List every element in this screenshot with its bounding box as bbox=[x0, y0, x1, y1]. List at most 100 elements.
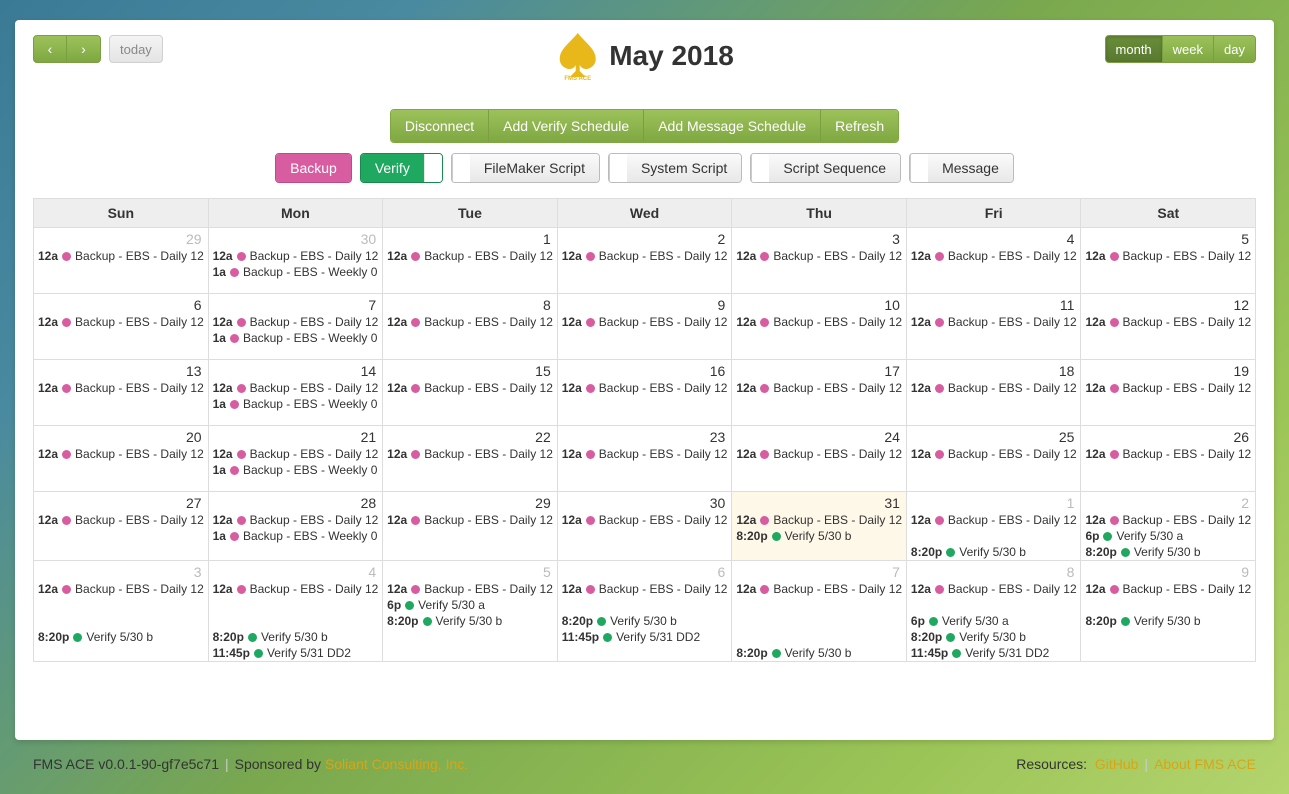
calendar-event[interactable]: 12aBackup - EBS - Daily 12 bbox=[558, 581, 732, 597]
day-cell[interactable]: 2812aBackup - EBS - Daily 121aBackup - E… bbox=[209, 492, 384, 560]
day-cell[interactable]: 212aBackup - EBS - Daily 126pVerify 5/30… bbox=[1081, 492, 1255, 560]
day-cell[interactable]: 112aBackup - EBS - Daily 12 8:20pVerify … bbox=[907, 492, 1082, 560]
day-cell[interactable]: 2212aBackup - EBS - Daily 12 bbox=[383, 426, 558, 491]
filter-fm-check[interactable] bbox=[452, 154, 470, 182]
calendar-event[interactable]: 12aBackup - EBS - Daily 12 bbox=[907, 380, 1081, 396]
calendar-event[interactable]: 12aBackup - EBS - Daily 12 bbox=[34, 248, 208, 264]
calendar-event[interactable]: 11:45pVerify 5/31 DD2 bbox=[209, 645, 383, 661]
view-month-button[interactable]: month bbox=[1105, 35, 1163, 63]
calendar-event[interactable]: 1aBackup - EBS - Weekly 0 bbox=[209, 396, 383, 412]
view-day-button[interactable]: day bbox=[1214, 35, 1256, 63]
filter-system-script[interactable]: System Script bbox=[608, 153, 742, 183]
calendar-event[interactable]: 12aBackup - EBS - Daily 12 bbox=[34, 446, 208, 462]
calendar-event[interactable]: 12aBackup - EBS - Daily 12 bbox=[558, 380, 732, 396]
calendar-event[interactable]: 12aBackup - EBS - Daily 12 bbox=[1081, 248, 1255, 264]
calendar-event[interactable]: 12aBackup - EBS - Daily 12 bbox=[1081, 446, 1255, 462]
calendar-event[interactable]: 8:20pVerify 5/30 b bbox=[907, 629, 1081, 645]
calendar-event[interactable]: 8:20pVerify 5/30 b bbox=[732, 645, 906, 661]
filter-verify-check[interactable] bbox=[424, 154, 442, 182]
day-cell[interactable]: 412aBackup - EBS - Daily 12 bbox=[907, 228, 1082, 293]
day-cell[interactable]: 2112aBackup - EBS - Daily 121aBackup - E… bbox=[209, 426, 384, 491]
calendar-event[interactable]: 8:20pVerify 5/30 b bbox=[209, 629, 383, 645]
day-cell[interactable]: 2912aBackup - EBS - Daily 12 bbox=[34, 228, 209, 293]
calendar-event[interactable]: 12aBackup - EBS - Daily 12 bbox=[732, 446, 906, 462]
calendar-event[interactable]: 12aBackup - EBS - Daily 12 bbox=[209, 512, 383, 528]
calendar-event[interactable]: 12aBackup - EBS - Daily 12 bbox=[732, 380, 906, 396]
today-button[interactable]: today bbox=[109, 35, 163, 63]
calendar-event[interactable]: 8:20pVerify 5/30 b bbox=[1081, 613, 1255, 629]
day-cell[interactable]: 312aBackup - EBS - Daily 12 8:20pVerify … bbox=[34, 561, 209, 661]
calendar-event[interactable]: 12aBackup - EBS - Daily 12 bbox=[1081, 314, 1255, 330]
github-link[interactable]: GitHub bbox=[1095, 756, 1139, 772]
calendar-event[interactable]: 12aBackup - EBS - Daily 12 bbox=[34, 581, 208, 597]
add-message-schedule-button[interactable]: Add Message Schedule bbox=[644, 110, 821, 142]
calendar-event[interactable]: 12aBackup - EBS - Daily 12 bbox=[907, 581, 1081, 597]
calendar-event[interactable]: 6pVerify 5/30 a bbox=[383, 597, 557, 613]
calendar-event[interactable]: 8:20pVerify 5/30 b bbox=[383, 613, 557, 629]
calendar-event[interactable]: 12aBackup - EBS - Daily 12 bbox=[907, 446, 1081, 462]
day-cell[interactable]: 312aBackup - EBS - Daily 12 bbox=[732, 228, 907, 293]
sponsor-link[interactable]: Soliant Consulting, Inc. bbox=[325, 756, 468, 772]
calendar-event[interactable]: 12aBackup - EBS - Daily 12 bbox=[558, 248, 732, 264]
calendar-event[interactable]: 12aBackup - EBS - Daily 12 bbox=[558, 512, 732, 528]
next-button[interactable]: › bbox=[67, 35, 101, 63]
calendar-event[interactable]: 12aBackup - EBS - Daily 12 bbox=[34, 314, 208, 330]
calendar-event[interactable]: 12aBackup - EBS - Daily 12 bbox=[209, 380, 383, 396]
day-cell[interactable]: 1612aBackup - EBS - Daily 12 bbox=[558, 360, 733, 425]
day-cell[interactable]: 512aBackup - EBS - Daily 126pVerify 5/30… bbox=[383, 561, 558, 661]
day-cell[interactable]: 912aBackup - EBS - Daily 12 bbox=[558, 294, 733, 359]
calendar-event[interactable]: 11:45pVerify 5/31 DD2 bbox=[558, 629, 732, 645]
day-cell[interactable]: 812aBackup - EBS - Daily 12 bbox=[383, 294, 558, 359]
calendar-event[interactable]: 12aBackup - EBS - Daily 12 bbox=[383, 248, 557, 264]
day-cell[interactable]: 812aBackup - EBS - Daily 12 6pVerify 5/3… bbox=[907, 561, 1082, 661]
calendar-event[interactable]: 6pVerify 5/30 a bbox=[907, 613, 1081, 629]
refresh-button[interactable]: Refresh bbox=[821, 110, 898, 142]
prev-button[interactable]: ‹ bbox=[33, 35, 67, 63]
day-cell[interactable]: 1712aBackup - EBS - Daily 12 bbox=[732, 360, 907, 425]
calendar-event[interactable]: 8:20pVerify 5/30 b bbox=[907, 544, 1081, 560]
calendar-event[interactable]: 12aBackup - EBS - Daily 12 bbox=[732, 512, 906, 528]
calendar-event[interactable]: 1aBackup - EBS - Weekly 0 bbox=[209, 330, 383, 346]
view-week-button[interactable]: week bbox=[1163, 35, 1214, 63]
filter-msg-check[interactable] bbox=[910, 154, 928, 182]
calendar-event[interactable]: 12aBackup - EBS - Daily 12 bbox=[732, 581, 906, 597]
day-cell[interactable]: 2912aBackup - EBS - Daily 12 bbox=[383, 492, 558, 560]
calendar-event[interactable]: 12aBackup - EBS - Daily 12 bbox=[732, 248, 906, 264]
calendar-event[interactable]: 12aBackup - EBS - Daily 12 bbox=[907, 512, 1081, 528]
calendar-event[interactable]: 12aBackup - EBS - Daily 12 bbox=[383, 446, 557, 462]
calendar-event[interactable]: 12aBackup - EBS - Daily 12 bbox=[732, 314, 906, 330]
calendar-event[interactable]: 8:20pVerify 5/30 b bbox=[558, 613, 732, 629]
day-cell[interactable]: 1912aBackup - EBS - Daily 12 bbox=[1081, 360, 1255, 425]
calendar-event[interactable]: 12aBackup - EBS - Daily 12 bbox=[209, 248, 383, 264]
filter-seq-check[interactable] bbox=[751, 154, 769, 182]
day-cell[interactable]: 612aBackup - EBS - Daily 12 bbox=[34, 294, 209, 359]
calendar-event[interactable]: 1aBackup - EBS - Weekly 0 bbox=[209, 528, 383, 544]
calendar-event[interactable]: 12aBackup - EBS - Daily 12 bbox=[907, 248, 1081, 264]
filter-sys-check[interactable] bbox=[609, 154, 627, 182]
calendar-event[interactable]: 12aBackup - EBS - Daily 12 bbox=[34, 512, 208, 528]
day-cell[interactable]: 1012aBackup - EBS - Daily 12 bbox=[732, 294, 907, 359]
calendar-event[interactable]: 1aBackup - EBS - Weekly 0 bbox=[209, 462, 383, 478]
calendar-event[interactable]: 1aBackup - EBS - Weekly 0 bbox=[209, 264, 383, 280]
calendar-event[interactable]: 8:20pVerify 5/30 b bbox=[732, 528, 906, 544]
day-cell[interactable]: 412aBackup - EBS - Daily 12 8:20pVerify … bbox=[209, 561, 384, 661]
about-link[interactable]: About FMS ACE bbox=[1154, 756, 1256, 772]
day-cell[interactable]: 2512aBackup - EBS - Daily 12 bbox=[907, 426, 1082, 491]
calendar-event[interactable]: 12aBackup - EBS - Daily 12 bbox=[383, 380, 557, 396]
day-cell[interactable]: 612aBackup - EBS - Daily 12 8:20pVerify … bbox=[558, 561, 733, 661]
calendar-event[interactable]: 12aBackup - EBS - Daily 12 bbox=[383, 581, 557, 597]
calendar-event[interactable]: 11:45pVerify 5/31 DD2 bbox=[907, 645, 1081, 661]
calendar-event[interactable]: 6pVerify 5/30 a bbox=[1081, 528, 1255, 544]
add-verify-schedule-button[interactable]: Add Verify Schedule bbox=[489, 110, 644, 142]
day-cell[interactable]: 3012aBackup - EBS - Daily 12 bbox=[558, 492, 733, 560]
day-cell[interactable]: 2012aBackup - EBS - Daily 12 bbox=[34, 426, 209, 491]
calendar-event[interactable]: 12aBackup - EBS - Daily 12 bbox=[1081, 380, 1255, 396]
day-cell[interactable]: 512aBackup - EBS - Daily 12 bbox=[1081, 228, 1255, 293]
calendar-event[interactable]: 12aBackup - EBS - Daily 12 bbox=[558, 314, 732, 330]
day-cell[interactable]: 712aBackup - EBS - Daily 121aBackup - EB… bbox=[209, 294, 384, 359]
filter-script-sequence[interactable]: Script Sequence bbox=[750, 153, 901, 183]
day-cell[interactable]: 2612aBackup - EBS - Daily 12 bbox=[1081, 426, 1255, 491]
filter-backup[interactable]: Backup bbox=[275, 153, 352, 183]
calendar-event[interactable]: 8:20pVerify 5/30 b bbox=[34, 629, 208, 645]
calendar-event[interactable]: 12aBackup - EBS - Daily 12 bbox=[1081, 512, 1255, 528]
